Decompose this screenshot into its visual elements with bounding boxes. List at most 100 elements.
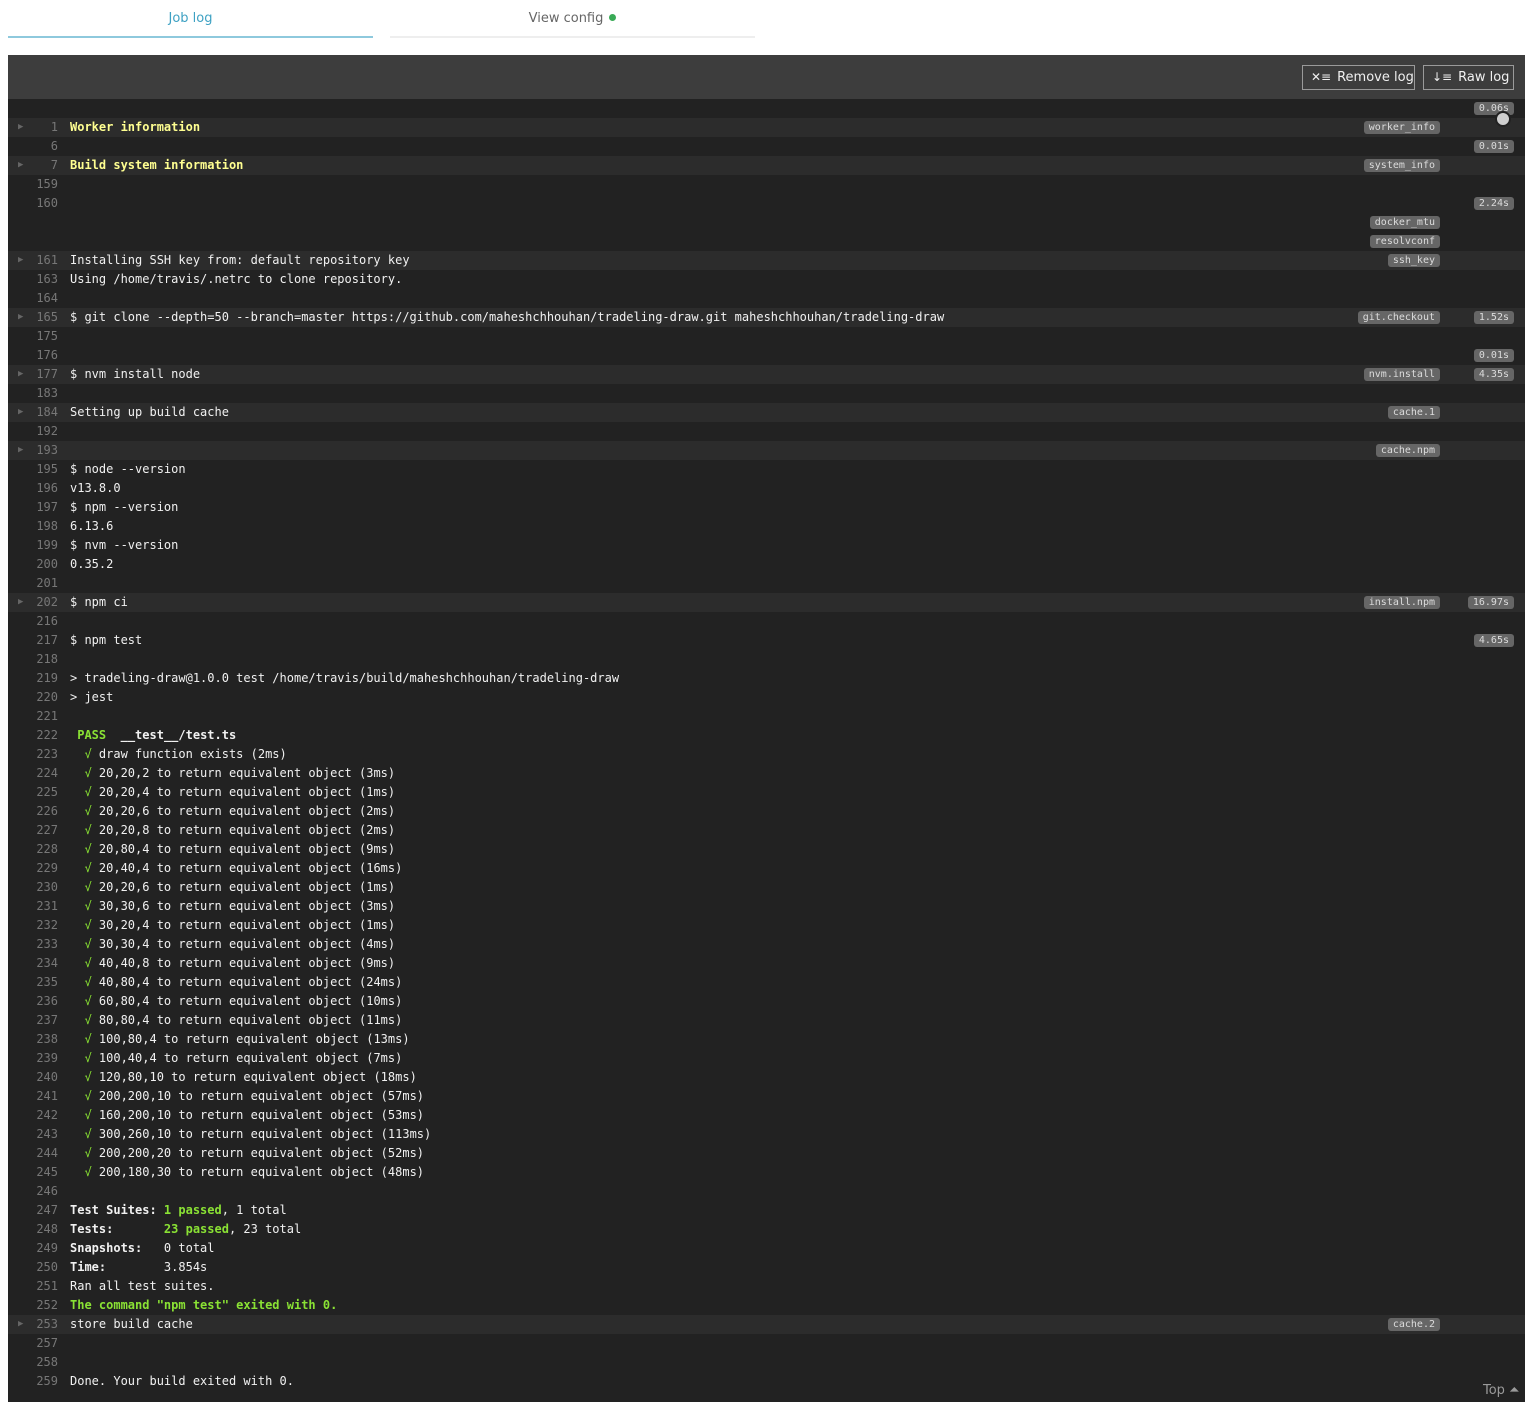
line-segment: 100,40,4 to return equivalent object (7m… bbox=[91, 1051, 403, 1065]
log-fold-row[interactable]: ▶ 184 Setting up build cache cache.1 bbox=[8, 403, 1525, 422]
line-number[interactable]: 164 bbox=[8, 289, 58, 308]
line-number[interactable]: 243 bbox=[8, 1125, 58, 1144]
tab-view-config[interactable]: View config bbox=[390, 0, 755, 38]
line-number[interactable]: 216 bbox=[8, 612, 58, 631]
line-segment: 0.35.2 bbox=[70, 557, 114, 571]
duration-badge: 1.52s bbox=[1473, 311, 1514, 324]
line-number[interactable]: 163 bbox=[8, 270, 58, 289]
log-fold-row[interactable]: ▶ 202 $ npm ci install.npm 16.97s bbox=[8, 593, 1525, 612]
line-number[interactable]: 241 bbox=[8, 1087, 58, 1106]
line-number[interactable]: 193 bbox=[8, 441, 58, 460]
line-number[interactable]: 192 bbox=[8, 422, 58, 441]
line-number[interactable]: 236 bbox=[8, 992, 58, 1011]
line-number[interactable]: 195 bbox=[8, 460, 58, 479]
line-number[interactable]: 160 bbox=[8, 194, 58, 213]
line-number[interactable]: 248 bbox=[8, 1220, 58, 1239]
line-number[interactable]: 246 bbox=[8, 1182, 58, 1201]
line-number[interactable]: 249 bbox=[8, 1239, 58, 1258]
line-number[interactable]: 242 bbox=[8, 1106, 58, 1125]
line-number[interactable]: 202 bbox=[8, 593, 58, 612]
line-number[interactable]: 258 bbox=[8, 1353, 58, 1372]
line-number[interactable]: 222 bbox=[8, 726, 58, 745]
line-number[interactable]: 6 bbox=[8, 137, 58, 156]
log-line: 249 Snapshots: 0 total bbox=[8, 1239, 1525, 1258]
log-fold-row[interactable]: ▶ 177 $ nvm install node nvm.install 4.35s bbox=[8, 365, 1525, 384]
line-number[interactable]: 235 bbox=[8, 973, 58, 992]
line-number[interactable]: 257 bbox=[8, 1334, 58, 1353]
line-number[interactable]: 175 bbox=[8, 327, 58, 346]
line-number[interactable]: 224 bbox=[8, 764, 58, 783]
line-number[interactable]: 227 bbox=[8, 821, 58, 840]
log-fold-row[interactable]: ▶ 7 Build system information system_info bbox=[8, 156, 1525, 175]
line-number[interactable]: 1 bbox=[8, 118, 58, 137]
line-number[interactable]: 232 bbox=[8, 916, 58, 935]
line-number[interactable]: 165 bbox=[8, 308, 58, 327]
line-number[interactable]: 159 bbox=[8, 175, 58, 194]
line-number[interactable]: 223 bbox=[8, 745, 58, 764]
log-line: 237 √ 80,80,4 to return equivalent objec… bbox=[8, 1011, 1525, 1030]
line-segment bbox=[70, 918, 84, 932]
scroll-indicator-icon[interactable] bbox=[1495, 111, 1511, 127]
log-fold-row[interactable]: ▶ 253 store build cache cache.2 bbox=[8, 1315, 1525, 1334]
line-number[interactable]: 176 bbox=[8, 346, 58, 365]
line-number[interactable]: 253 bbox=[8, 1315, 58, 1334]
line-number[interactable]: 184 bbox=[8, 403, 58, 422]
caret-up-icon: ⏶ bbox=[1509, 1383, 1520, 1398]
line-number[interactable]: 239 bbox=[8, 1049, 58, 1068]
line-number[interactable]: 201 bbox=[8, 574, 58, 593]
line-number[interactable]: 251 bbox=[8, 1277, 58, 1296]
line-number[interactable]: 217 bbox=[8, 631, 58, 650]
scroll-top-link[interactable]: Top ⏶ bbox=[1483, 1383, 1519, 1398]
log-fold-row[interactable]: ▶ 1 Worker information worker_info bbox=[8, 118, 1525, 137]
line-segment: store build cache bbox=[70, 1317, 193, 1331]
line-number[interactable]: 237 bbox=[8, 1011, 58, 1030]
line-number[interactable]: 7 bbox=[8, 156, 58, 175]
log-fold-row[interactable]: ▶ 193 cache.npm bbox=[8, 441, 1525, 460]
line-number[interactable]: 245 bbox=[8, 1163, 58, 1182]
line-number[interactable]: 252 bbox=[8, 1296, 58, 1315]
line-text: √ 200,180,30 to return equivalent object… bbox=[70, 1163, 424, 1182]
line-segment: 1 passed bbox=[163, 1203, 222, 1217]
line-number[interactable]: 200 bbox=[8, 555, 58, 574]
line-segment: 20,20,6 to return equivalent object (2ms… bbox=[91, 804, 396, 818]
line-segment: √ bbox=[84, 804, 92, 818]
line-segment bbox=[70, 785, 84, 799]
log-fold-row[interactable]: ▶ 161 Installing SSH key from: default rep… bbox=[8, 251, 1525, 270]
line-segment: , 1 total bbox=[221, 1203, 287, 1217]
line-number[interactable]: 161 bbox=[8, 251, 58, 270]
line-number[interactable]: 233 bbox=[8, 935, 58, 954]
line-number[interactable]: 198 bbox=[8, 517, 58, 536]
line-number[interactable]: 228 bbox=[8, 840, 58, 859]
line-number[interactable]: 230 bbox=[8, 878, 58, 897]
line-segment: 200,200,20 to return equivalent object (… bbox=[91, 1146, 425, 1160]
line-number[interactable]: 229 bbox=[8, 859, 58, 878]
log-line: 236 √ 60,80,4 to return equivalent objec… bbox=[8, 992, 1525, 1011]
line-number[interactable]: 244 bbox=[8, 1144, 58, 1163]
line-number[interactable]: 196 bbox=[8, 479, 58, 498]
raw-log-button[interactable]: ↓≡ Raw log bbox=[1423, 65, 1514, 90]
tab-job-log[interactable]: Job log bbox=[8, 0, 373, 38]
line-number[interactable]: 231 bbox=[8, 897, 58, 916]
log-line: 233 √ 30,30,4 to return equivalent objec… bbox=[8, 935, 1525, 954]
line-number[interactable]: 225 bbox=[8, 783, 58, 802]
line-number[interactable]: 221 bbox=[8, 707, 58, 726]
line-number[interactable]: 240 bbox=[8, 1068, 58, 1087]
line-number[interactable]: 199 bbox=[8, 536, 58, 555]
line-number[interactable]: 219 bbox=[8, 669, 58, 688]
line-number[interactable]: 183 bbox=[8, 384, 58, 403]
line-text: √ 20,40,4 to return equivalent object (1… bbox=[70, 859, 402, 878]
log-line: 183 bbox=[8, 384, 1525, 403]
line-number[interactable]: 238 bbox=[8, 1030, 58, 1049]
remove-log-button[interactable]: ✕≡ Remove log bbox=[1302, 65, 1415, 90]
line-number[interactable]: 218 bbox=[8, 650, 58, 669]
line-number[interactable]: 250 bbox=[8, 1258, 58, 1277]
line-number[interactable]: 259 bbox=[8, 1372, 58, 1391]
line-number[interactable]: 226 bbox=[8, 802, 58, 821]
line-number[interactable]: 234 bbox=[8, 954, 58, 973]
line-number[interactable]: 220 bbox=[8, 688, 58, 707]
line-number[interactable]: 177 bbox=[8, 365, 58, 384]
line-text: Setting up build cache bbox=[70, 403, 229, 422]
log-fold-row[interactable]: ▶ 165 $ git clone --depth=50 --branch=mast… bbox=[8, 308, 1525, 327]
line-number[interactable]: 247 bbox=[8, 1201, 58, 1220]
line-number[interactable]: 197 bbox=[8, 498, 58, 517]
